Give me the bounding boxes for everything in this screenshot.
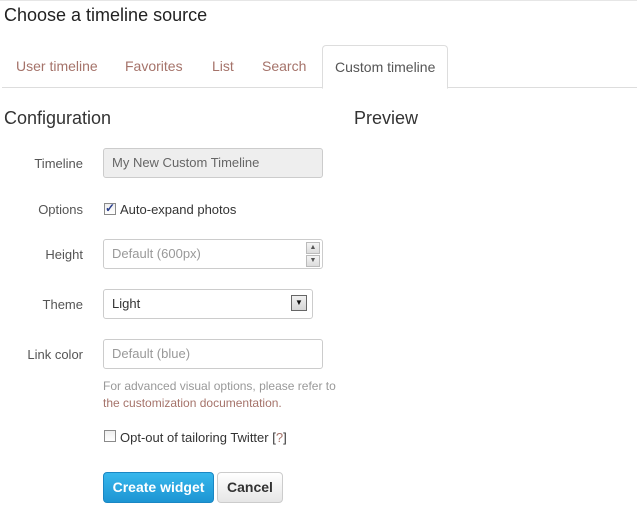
timeline-label: Timeline: [34, 156, 83, 171]
height-input[interactable]: Default (600px) ▲ ▼: [103, 239, 323, 269]
link-color-input[interactable]: Default (blue): [103, 339, 323, 369]
tab-custom-timeline[interactable]: Custom timeline: [322, 45, 449, 89]
help-text: For advanced visual options, please refe…: [103, 378, 353, 412]
tab-list[interactable]: List: [212, 45, 234, 87]
help-text-body: For advanced visual options, please refe…: [103, 379, 336, 393]
chevron-down-icon[interactable]: ▼: [291, 295, 307, 311]
cancel-button[interactable]: Cancel: [217, 472, 283, 503]
theme-select[interactable]: Light ▼: [103, 289, 313, 319]
auto-expand-checkbox[interactable]: [104, 201, 116, 215]
configuration-heading: Configuration: [4, 108, 112, 128]
bracket-close: ]: [283, 430, 287, 445]
page-title: Choose a timeline source: [4, 5, 208, 25]
theme-selected-value: Light: [112, 296, 141, 311]
opt-out-help: [?]: [272, 430, 286, 445]
auto-expand-label[interactable]: Auto-expand photos: [120, 202, 236, 217]
spin-up-icon[interactable]: ▲: [306, 242, 320, 254]
preview-heading: Preview: [354, 108, 419, 128]
options-label: Options: [38, 202, 83, 217]
theme-label: Theme: [42, 297, 83, 312]
timeline-field[interactable]: My New Custom Timeline: [103, 148, 323, 178]
spin-down-icon[interactable]: ▼: [306, 255, 320, 267]
link-color-label: Link color: [27, 347, 83, 362]
tab-favorites[interactable]: Favorites: [125, 45, 183, 87]
height-label: Height: [45, 247, 83, 262]
opt-out-help-link[interactable]: ?: [276, 430, 283, 445]
top-border: [0, 0, 637, 1]
create-widget-button[interactable]: Create widget: [103, 472, 214, 503]
tab-bar: User timeline Favorites List Search Cust…: [2, 45, 637, 89]
opt-out-checkbox[interactable]: [104, 430, 116, 442]
opt-out-label[interactable]: Opt-out of tailoring Twitter: [120, 430, 269, 445]
height-placeholder: Default (600px): [112, 246, 201, 261]
opt-out-row: Opt-out of tailoring Twitter [?]: [120, 430, 287, 445]
tab-search[interactable]: Search: [262, 45, 306, 87]
customization-docs-link[interactable]: the customization documentation.: [103, 396, 282, 410]
tab-user-timeline[interactable]: User timeline: [16, 45, 98, 87]
height-spinner[interactable]: ▲ ▼: [306, 242, 320, 268]
